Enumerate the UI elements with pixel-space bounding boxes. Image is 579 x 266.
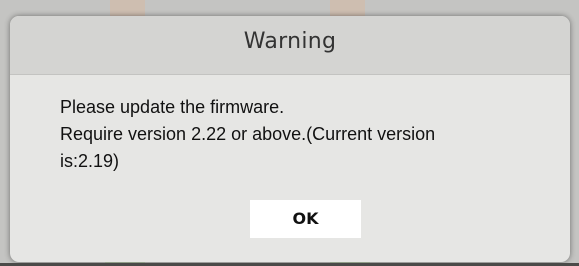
dialog-message: Please update the firmware. Require vers…	[60, 94, 550, 175]
ok-button[interactable]: OK	[250, 200, 361, 238]
warning-dialog: Warning Please update the firmware. Requ…	[10, 16, 570, 262]
dialog-title: Warning	[243, 29, 337, 54]
message-line: Please update the firmware.	[60, 97, 285, 117]
message-line: Require version 2.22 or above.(Current v…	[60, 124, 436, 144]
dialog-header: Warning	[10, 16, 570, 75]
message-line: is:2.19)	[60, 151, 120, 171]
